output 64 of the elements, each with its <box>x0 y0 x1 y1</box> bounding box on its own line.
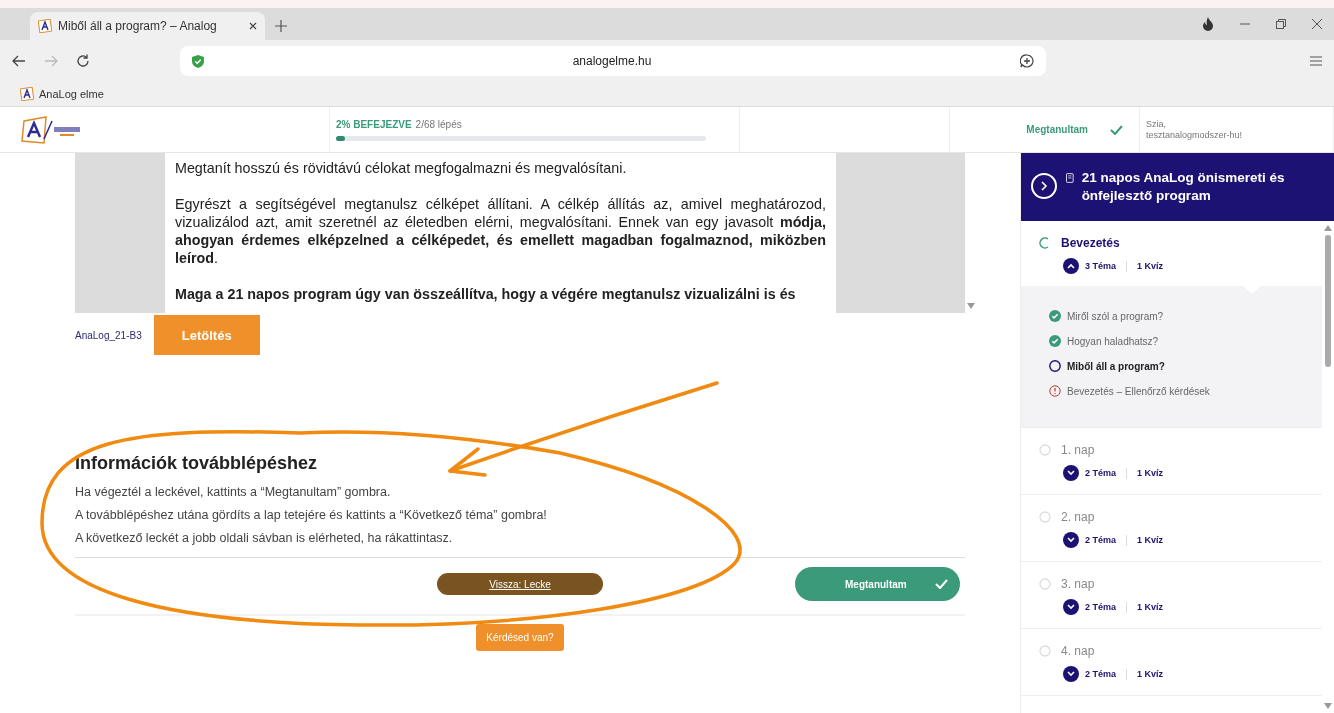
section-title[interactable]: 1. nap <box>1061 443 1095 457</box>
expand-icon[interactable] <box>1063 532 1079 548</box>
chevron-right-icon <box>1040 181 1048 191</box>
document-paragraph: Egyrészt a segítségével megtanulsz célképet állítani. A célkép állítás az, amivel meghatározod, vizualizálod azt, amit szeretnél az életedben elérni, megvalósítani. Ennek van egy javasolt módja, ahogyan érdemes elképzelned a célképedet, és emellett magadban fogalmaznod, miközben leírod. <box>175 195 826 267</box>
learned-status: Megtanultam <box>1026 124 1088 135</box>
section-title[interactable]: 3. nap <box>1061 577 1095 591</box>
collapse-icon[interactable] <box>1063 258 1079 274</box>
back-to-lesson-button[interactable]: Vissza: Lecke <box>437 573 603 595</box>
course-title: 21 napos AnaLog önismereti és önfejlesztő program <box>1081 169 1286 205</box>
tab-title: Miből áll a program? – Analog <box>58 19 218 33</box>
file-name: AnaLog_21-B3 <box>75 329 142 341</box>
lesson-link[interactable]: Bevezetés – Ellenőrző kérdések <box>1049 385 1304 397</box>
chat-plus-icon[interactable] <box>1020 54 1034 68</box>
restore-icon[interactable] <box>1276 19 1286 29</box>
lesson-link[interactable]: Miről szól a program? <box>1049 310 1304 322</box>
quiz-count: 1 Kvíz <box>1137 669 1164 679</box>
check-circle-icon <box>1049 310 1061 322</box>
close-icon[interactable] <box>249 22 257 30</box>
shield-check-icon <box>192 54 204 68</box>
check-circle-icon <box>1049 335 1061 347</box>
expand-icon[interactable] <box>1063 465 1079 481</box>
quiz-count: 1 Kvíz <box>1137 535 1164 545</box>
flame-icon[interactable] <box>1202 17 1214 31</box>
alert-circle-icon <box>1049 385 1061 397</box>
section-title[interactable]: 2. nap <box>1061 510 1095 524</box>
topic-count: 2 Téma <box>1085 602 1117 612</box>
topic-count: 2 Téma <box>1085 669 1117 679</box>
new-tab-icon[interactable] <box>275 20 287 32</box>
progress-label: 2% BEFEJEZVE 2/68 lépés <box>336 118 463 130</box>
check-icon <box>935 579 948 589</box>
section-title[interactable]: Bevezetés <box>1061 236 1120 250</box>
site-favicon-icon <box>38 19 52 33</box>
scroll-down-icon[interactable] <box>967 303 975 309</box>
bookmark-link[interactable]: AnaLog elme <box>20 87 104 101</box>
site-favicon-icon <box>20 87 34 101</box>
book-icon <box>1066 171 1074 185</box>
quiz-count: 1 Kvíz <box>1137 261 1164 271</box>
quiz-count: 1 Kvíz <box>1137 468 1164 478</box>
document-paragraph: Maga a 21 napos program úgy van összeállítva, hogy a végére megtanulsz vizualizálni is és <box>175 285 797 303</box>
info-heading: Információk továbblépéshez <box>75 453 319 474</box>
mark-learned-button[interactable]: Megtanultam <box>795 567 960 601</box>
greeting-text: Szia, tesztanalogmodszer-hu! <box>1146 118 1243 141</box>
expand-icon[interactable] <box>1063 666 1079 682</box>
topic-count: 2 Téma <box>1085 468 1117 478</box>
reload-icon[interactable] <box>76 54 90 68</box>
info-text: Ha végeztél a leckével, kattints a “Megtanultam” gombra. <box>75 485 392 499</box>
topic-count: 2 Téma <box>1085 535 1117 545</box>
close-icon[interactable] <box>1312 19 1322 29</box>
back-arrow-icon[interactable] <box>12 55 26 67</box>
empty-circle-icon <box>1049 360 1061 372</box>
check-icon <box>1110 124 1123 135</box>
lesson-link[interactable]: Hogyan haladhatsz? <box>1049 335 1304 347</box>
lesson-link[interactable]: Miből áll a program? <box>1049 360 1304 372</box>
browser-tab[interactable]: Miből áll a program? – Analog <box>30 12 265 40</box>
quiz-count: 1 Kvíz <box>1137 602 1164 612</box>
document-paragraph: Megtanít hosszú és rövidtávú célokat megfogalmazni és megvalósítani. <box>175 159 628 177</box>
scroll-down-icon[interactable] <box>1324 703 1332 709</box>
info-text: A következő leckét a jobb oldali sávban is elérheted, ha rákattintasz. <box>75 531 454 545</box>
scroll-up-icon[interactable] <box>1324 225 1332 231</box>
address-bar[interactable]: analogelme.hu <box>180 46 1046 76</box>
expand-icon[interactable] <box>1063 599 1079 615</box>
section-title[interactable]: 4. nap <box>1061 644 1095 658</box>
info-text: A továbblépéshez utána gördíts a lap tetejére és kattints a “Következő téma” gombra! <box>75 508 548 522</box>
topic-count: 3 Téma <box>1085 261 1117 271</box>
